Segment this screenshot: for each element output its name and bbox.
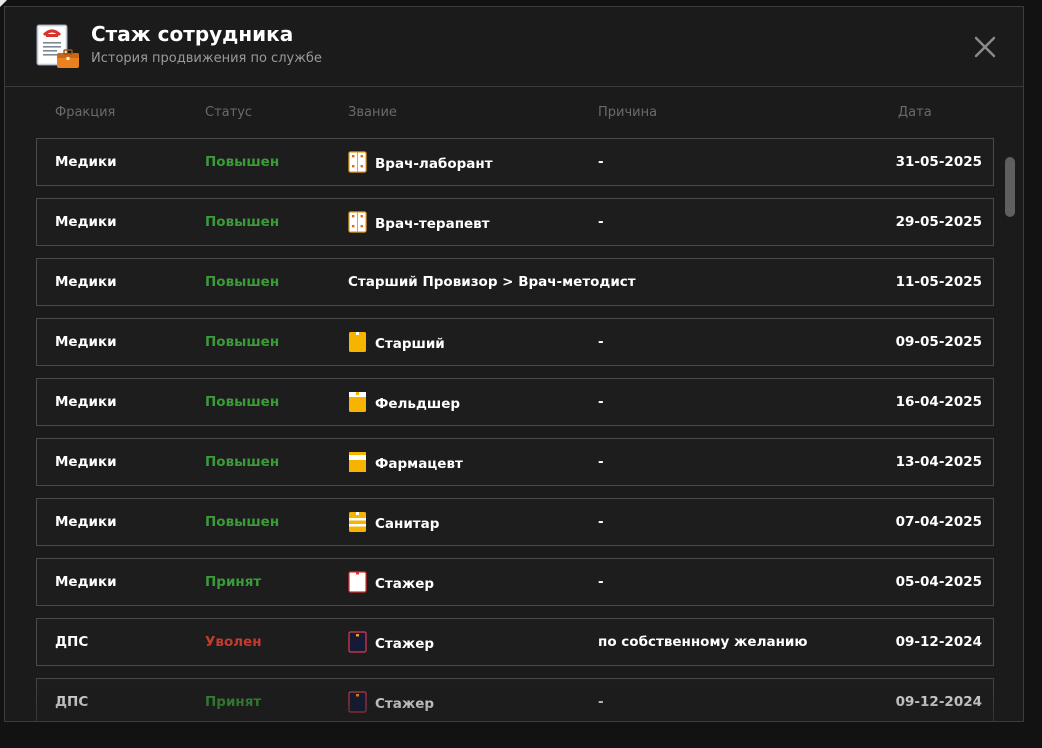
faction-cell: Медики (55, 214, 117, 230)
reason-cell: - (598, 454, 604, 470)
rank-label: Фельдшер (375, 395, 461, 412)
column-header-status: Статус (205, 105, 253, 120)
column-header-reason: Причина (598, 105, 658, 120)
faction-cell: Медики (55, 514, 117, 530)
rank-label: Стажер (375, 575, 435, 592)
status-cell: Повышен (205, 394, 280, 410)
date-cell: 05-04-2025 (895, 574, 982, 590)
status-cell: Принят (205, 694, 262, 710)
modal-header: Стаж сотрудника История продвижения по с… (5, 7, 1023, 87)
date-cell: 29-05-2025 (895, 214, 982, 230)
table-row[interactable]: Медики Повышен Врач-лаборант - 31-05-2025 (36, 138, 994, 186)
date-cell: 31-05-2025 (895, 154, 982, 170)
rank-label: Старший (375, 335, 445, 352)
table-row[interactable]: Медики Повышен Фармацевт - 13-04-2025 (36, 438, 994, 486)
reason-cell: - (598, 694, 604, 710)
table-row[interactable]: Медики Принят Стажер - 05-04-2025 (36, 558, 994, 606)
rank-cell: Фельдшер (348, 392, 461, 413)
faction-cell: ДПС (55, 634, 89, 650)
seniority-modal: Стаж сотрудника История продвижения по с… (4, 6, 1024, 722)
date-cell: 16-04-2025 (895, 394, 982, 410)
rank-cell: Санитар (348, 512, 440, 533)
rank-cell: Стажер (348, 691, 435, 713)
column-header-rank: Звание (348, 105, 397, 120)
rank-label: Санитар (375, 515, 440, 532)
modal-title: Стаж сотрудника (91, 22, 294, 46)
rank-badge-icon (348, 211, 367, 233)
close-icon[interactable] (971, 33, 999, 61)
rank-cell: Врач-лаборант (348, 151, 493, 173)
rank-cell: Стажер (348, 631, 435, 653)
date-cell: 13-04-2025 (895, 454, 982, 470)
faction-cell: Медики (55, 454, 117, 470)
table-row[interactable]: Медики Повышен Врач-терапевт - 29-05-2025 (36, 198, 994, 246)
rank-badge-icon (348, 691, 367, 713)
document-briefcase-icon (36, 24, 79, 68)
reason-cell: - (598, 214, 604, 230)
column-header-date: Дата (898, 105, 932, 120)
rank-cell: Старший (348, 332, 445, 353)
faction-cell: ДПС (55, 694, 89, 710)
table-row[interactable]: Медики Повышен Старший Провизор > Врач-мет… (36, 258, 994, 306)
rank-label: Старший Провизор > Врач-методист (348, 274, 636, 290)
status-cell: Принят (205, 574, 262, 590)
rank-cell: Врач-терапевт (348, 211, 490, 233)
rank-label: Врач-лаборант (375, 155, 493, 172)
rank-badge-icon (349, 392, 366, 412)
modal-subtitle: История продвижения по службе (91, 51, 322, 66)
rank-cell: Стажер (348, 571, 435, 593)
status-cell: Повышен (205, 214, 280, 230)
rank-label: Стажер (375, 635, 435, 652)
rank-label: Стажер (375, 695, 435, 712)
rank-badge-icon (348, 631, 367, 653)
date-cell: 11-05-2025 (895, 274, 982, 290)
rank-badge-icon (349, 512, 366, 532)
faction-cell: Медики (55, 394, 117, 410)
table-row[interactable]: ДПС Уволен Стажер по собственному желанию 09… (36, 618, 994, 666)
rank-cell: Старший Провизор > Врач-методист (348, 274, 636, 290)
status-cell: Повышен (205, 334, 280, 350)
date-cell: 09-12-2024 (895, 634, 982, 650)
rank-badge-icon (349, 332, 366, 352)
reason-cell: - (598, 394, 604, 410)
column-header-faction: Фракция (55, 105, 116, 120)
mouse-cursor (0, 0, 7, 7)
table-row[interactable]: Медики Повышен Фельдшер - 16-04-2025 (36, 378, 994, 426)
reason-cell: - (598, 154, 604, 170)
table-row[interactable]: Медики Повышен Санитар - 07-04-2025 (36, 498, 994, 546)
rank-badge-icon (348, 571, 367, 593)
date-cell: 09-12-2024 (895, 694, 982, 710)
reason-cell: - (598, 574, 604, 590)
rank-label: Врач-терапевт (375, 215, 490, 232)
seniority-list[interactable]: Медики Повышен Врач-лаборант -31-05-2025 Мед… (5, 137, 1005, 721)
reason-cell: - (598, 514, 604, 530)
status-cell: Повышен (205, 454, 280, 470)
reason-cell: по собственному желанию (598, 634, 808, 650)
status-cell: Повышен (205, 154, 280, 170)
status-cell: Уволен (205, 634, 262, 650)
rank-cell: Фармацевт (348, 452, 463, 473)
date-cell: 07-04-2025 (895, 514, 982, 530)
faction-cell: Медики (55, 154, 117, 170)
rank-label: Фармацевт (375, 455, 463, 472)
status-cell: Повышен (205, 514, 280, 530)
faction-cell: Медики (55, 274, 117, 290)
status-cell: Повышен (205, 274, 280, 290)
rank-badge-icon (349, 452, 366, 472)
date-cell: 09-05-2025 (895, 334, 982, 350)
faction-cell: Медики (55, 334, 117, 350)
scrollbar-thumb[interactable] (1005, 157, 1015, 217)
table-row[interactable]: Медики Повышен Старший - 09-05-2025 (36, 318, 994, 366)
rank-badge-icon (348, 151, 367, 173)
reason-cell: - (598, 334, 604, 350)
table-row[interactable]: ДПС Принят Стажер - 09-12-2024 (36, 678, 994, 721)
faction-cell: Медики (55, 574, 117, 590)
